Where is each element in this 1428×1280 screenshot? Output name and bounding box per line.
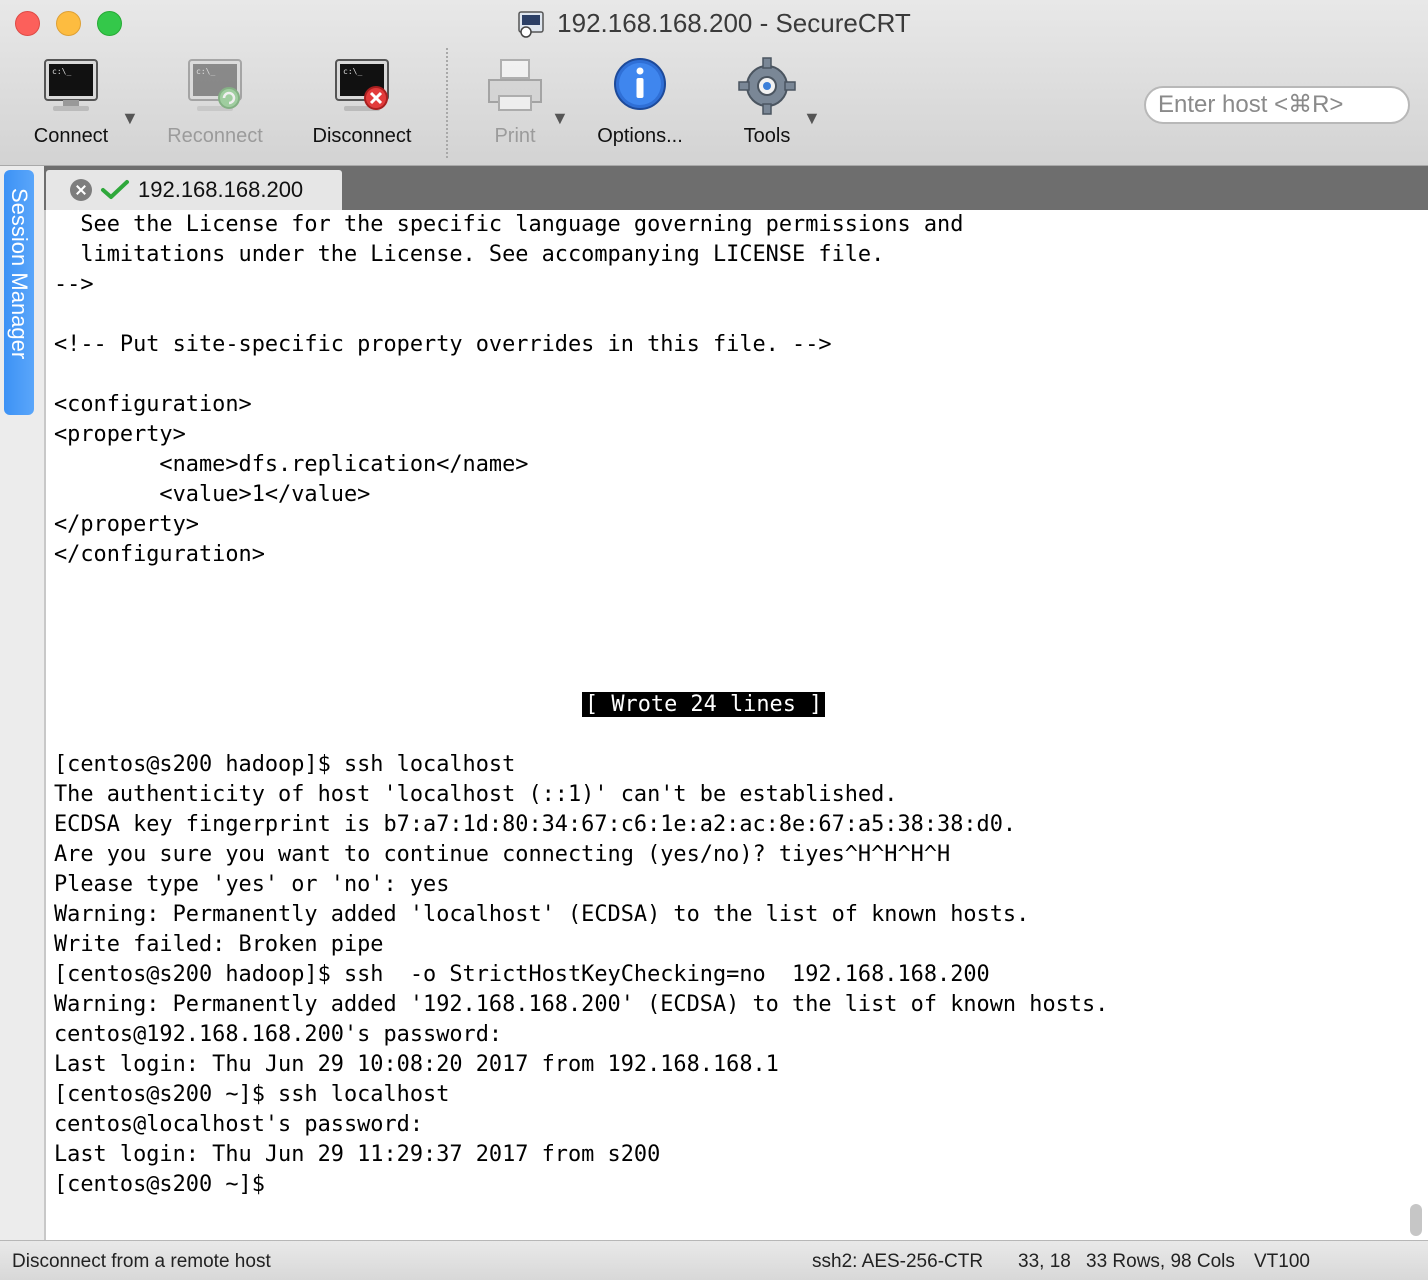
terminal-line: <name>dfs.replication</name> [54, 452, 529, 477]
status-bar: Disconnect from a remote host ssh2: AES-… [0, 1240, 1428, 1280]
print-dropdown-icon[interactable]: ▼ [551, 108, 569, 129]
terminal-line: Last login: Thu Jun 29 11:29:37 2017 fro… [54, 1142, 661, 1167]
options-button[interactable]: Options... [575, 56, 705, 156]
toolbar-separator [446, 48, 448, 158]
svg-text:c:\_: c:\_ [196, 67, 215, 76]
session-manager-tab[interactable]: Session Manager [4, 170, 34, 415]
status-emulation: VT100 [1254, 1251, 1310, 1272]
svg-text:c:\_: c:\_ [52, 67, 71, 76]
terminal-line: [centos@s200 ~]$ ssh localhost [54, 1082, 450, 1107]
tools-button[interactable]: Tools [702, 56, 832, 156]
options-label: Options... [597, 125, 683, 147]
connect-button[interactable]: c:\_ Connect [6, 56, 136, 156]
disconnect-terminal-icon: c:\_ [335, 59, 389, 111]
window-toolbar: 192.168.168.200 - SecureCRT c:\_ Connect… [0, 0, 1428, 166]
terminal-line: See the License for the specific languag… [54, 212, 964, 237]
connected-check-icon [101, 180, 129, 199]
terminal-line: <property> [54, 422, 186, 447]
print-button[interactable]: Print [450, 56, 580, 156]
terminal-line: Please type 'yes' or 'no': yes [54, 872, 450, 897]
terminal-line: centos@192.168.168.200's password: [54, 1022, 503, 1047]
disconnect-label: Disconnect [312, 125, 412, 147]
terminal-line: </property> [54, 512, 199, 537]
session-manager-label: Session Manager [7, 188, 32, 360]
terminal-line: <!-- Put site-specific property override… [54, 332, 832, 357]
status-terminal-size: 33 Rows, 98 Cols [1086, 1251, 1235, 1272]
terminal-line: Warning: Permanently added 'localhost' (… [54, 902, 1030, 927]
svg-text:c:\_: c:\_ [343, 67, 362, 76]
tab-label: 192.168.168.200 [138, 177, 304, 202]
terminal-line: [centos@s200 hadoop]$ ssh -o StrictHostK… [54, 962, 990, 987]
terminal-line: The authenticity of host 'localhost (::1… [54, 782, 898, 807]
terminal-line: [ Wrote 24 lines ] [54, 690, 1394, 720]
terminal-output: See the License for the specific languag… [54, 210, 1394, 1200]
info-icon [614, 58, 666, 110]
status-cipher: ssh2: AES-256-CTR [812, 1251, 984, 1272]
status-cursor-position: 33, 18 [1018, 1251, 1071, 1272]
session-tab-strip: 192.168.168.200 [44, 166, 1428, 210]
terminal-line: [centos@s200 hadoop]$ ssh localhost [54, 752, 516, 777]
connect-label: Connect [33, 125, 109, 147]
securecrt-app-icon [518, 10, 544, 38]
terminal-line: Write failed: Broken pipe [54, 932, 384, 957]
reconnect-terminal-icon: c:\_ [188, 59, 242, 111]
terminal-line: ECDSA key fingerprint is b7:a7:1d:80:34:… [54, 812, 1017, 837]
close-tab-icon[interactable] [70, 179, 92, 201]
terminal-line: Are you sure you want to continue connec… [54, 842, 951, 867]
terminal-line: [centos@s200 ~]$ [54, 1172, 265, 1197]
reconnect-label: Reconnect [167, 125, 263, 147]
terminal-line: centos@localhost's password: [54, 1112, 424, 1137]
nano-status-message: [ Wrote 24 lines ] [582, 692, 826, 717]
session-tab[interactable]: 192.168.168.200 [46, 170, 342, 210]
connect-terminal-icon: c:\_ [44, 59, 98, 111]
terminal-scrollbar[interactable] [1410, 1204, 1422, 1236]
terminal-line: limitations under the License. See accom… [54, 242, 885, 267]
disconnect-button[interactable]: c:\_ Disconnect [297, 56, 427, 156]
tools-dropdown-icon[interactable]: ▼ [803, 108, 821, 129]
reconnect-button[interactable]: c:\_ Reconnect [150, 56, 280, 156]
terminal-line: --> [54, 272, 94, 297]
printer-icon [488, 59, 542, 111]
gear-icon [738, 57, 796, 115]
connect-dropdown-icon[interactable]: ▼ [121, 108, 139, 129]
terminal-line: Warning: Permanently added '192.168.168.… [54, 992, 1109, 1017]
status-message: Disconnect from a remote host [12, 1251, 271, 1272]
terminal-line: <value>1</value> [54, 482, 371, 507]
terminal-line: Last login: Thu Jun 29 10:08:20 2017 fro… [54, 1052, 779, 1077]
terminal-line: <configuration> [54, 392, 252, 417]
enter-host-input[interactable] [1144, 86, 1410, 124]
window-title-text: 192.168.168.200 - SecureCRT [557, 8, 911, 38]
terminal-line: </configuration> [54, 542, 265, 567]
terminal-area[interactable]: See the License for the specific languag… [44, 210, 1428, 1240]
window-title: 192.168.168.200 - SecureCRT [0, 8, 1428, 39]
